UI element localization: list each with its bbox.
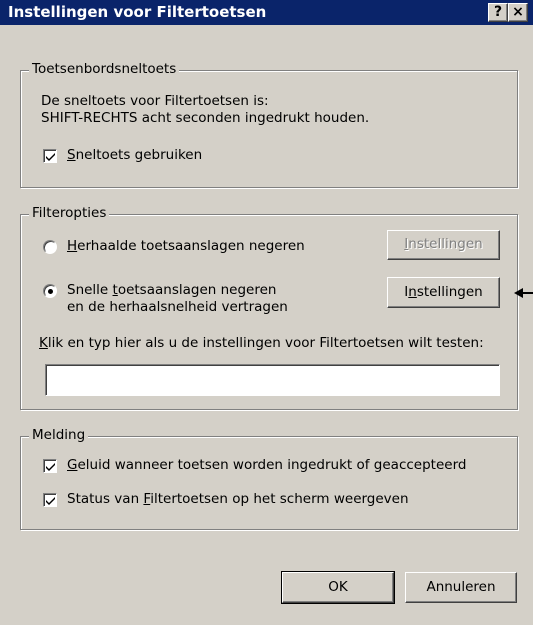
ignore-quick-keystrokes-label-line2[interactable]: en de herhaalsnelheid vertragen [67, 299, 288, 316]
status-checkbox[interactable] [43, 493, 57, 507]
shortcut-description-line1: De sneltoets voor Filtertoetsen is: [41, 93, 269, 109]
checkmark-icon [46, 497, 55, 505]
notification-legend: Melding [29, 427, 89, 443]
ignore-quick-keystrokes-radio[interactable] [43, 284, 57, 298]
title-bar[interactable]: Instellingen voor Filtertoetsen ? × [0, 0, 533, 25]
status-label[interactable]: Status van Filtertoetsen op het scherm w… [67, 491, 409, 508]
radio-selected-dot [48, 289, 53, 294]
arrow-pointer-icon [514, 288, 533, 298]
test-area-prompt: Klik en typ hier als u de instellingen v… [39, 335, 484, 351]
notification-groupbox: Melding Geluid wanneer toetsen worden in… [20, 427, 518, 530]
checkmark-icon [46, 463, 55, 471]
filter-keys-settings-dialog: Instellingen voor Filtertoetsen ? × Toet… [0, 0, 533, 625]
filter-options-groupbox: Filteropties Herhaalde toetsaanslagen ne… [20, 205, 518, 410]
shortcut-description-line2: SHIFT-RECHTS acht seconden ingedrukt hou… [41, 110, 370, 126]
use-shortcut-checkbox[interactable] [43, 149, 57, 163]
shortcut-groupbox: Toetsenbordsneltoets De sneltoets voor F… [20, 61, 518, 188]
use-shortcut-label[interactable]: Sneltoets gebruiken [67, 147, 202, 164]
ok-button[interactable]: OK [281, 571, 395, 604]
repeat-settings-button[interactable]: Instellingen [387, 230, 500, 260]
checkmark-icon [46, 153, 55, 161]
sound-checkbox[interactable] [43, 459, 57, 473]
shortcut-group-legend: Toetsenbordsneltoets [29, 61, 180, 77]
test-input-field[interactable] [45, 364, 500, 396]
cancel-button[interactable]: Annuleren [405, 572, 517, 603]
help-button[interactable]: ? [488, 3, 508, 22]
ignore-repeated-keystrokes-label[interactable]: Herhaalde toetsaanslagen negeren [67, 238, 305, 255]
sound-label[interactable]: Geluid wanneer toetsen worden ingedrukt … [67, 457, 466, 474]
quick-settings-button[interactable]: Instellingen [387, 277, 500, 308]
ignore-quick-keystrokes-label-line1[interactable]: Snelle toetsaanslagen negeren [67, 282, 276, 299]
filter-options-legend: Filteropties [29, 205, 110, 221]
ignore-repeated-keystrokes-radio[interactable] [43, 240, 57, 254]
close-button[interactable]: × [508, 3, 528, 22]
window-title: Instellingen voor Filtertoetsen [8, 3, 267, 21]
